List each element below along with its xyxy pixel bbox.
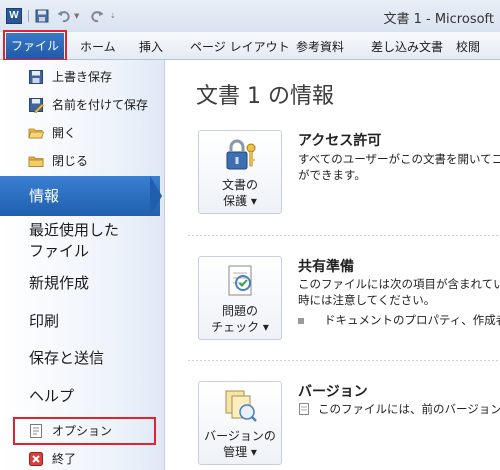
prepare-sharing-text-line-1: このファイルには次の項目が含まれていま (298, 277, 500, 291)
sidebar-item-help[interactable]: ヘルプ (29, 386, 74, 407)
prepare-sharing-text-line-2: 時には注意してください。 (298, 293, 436, 307)
qat-separator (28, 10, 29, 22)
manage-versions-label: バージョンの 管理 ▾ (204, 429, 276, 459)
document-version-icon (299, 403, 309, 415)
section-divider (188, 360, 500, 361)
tab-page-layout[interactable]: ページ レイアウト (190, 38, 290, 55)
customize-qat-icon[interactable]: ⇣ (110, 12, 116, 20)
window-title: 文書 1 - Microsoft (383, 12, 494, 27)
sidebar-item-print[interactable]: 印刷 (29, 311, 59, 332)
open-folder-icon (28, 125, 44, 141)
save-command[interactable]: 上書き保存 (28, 68, 112, 86)
sidebar-item-recent[interactable]: 最近使用した ファイル (29, 220, 119, 262)
backstage-sidebar (0, 60, 165, 470)
tab-home[interactable]: ホーム (80, 38, 116, 55)
exit-command[interactable]: 終了 (28, 450, 76, 468)
protect-document-button[interactable]: 文書の 保護 ▾ (198, 130, 282, 214)
close-folder-icon (28, 153, 44, 169)
sidebar-item-save-send[interactable]: 保存と送信 (29, 348, 104, 369)
redo-icon[interactable] (88, 7, 106, 25)
versions-text-line-1: このファイルには、前のバージョンは (318, 402, 500, 416)
prepare-sharing-bullet: ドキュメントのプロパティ、作成者の (324, 313, 500, 327)
save-as-command[interactable]: 名前を付けて保存 (28, 96, 148, 114)
sidebar-item-info[interactable] (0, 176, 160, 216)
save-icon[interactable] (33, 7, 51, 25)
undo-icon[interactable] (55, 7, 73, 25)
tab-insert[interactable]: 挿入 (139, 38, 163, 55)
save-as-label: 名前を付けて保存 (52, 98, 149, 112)
sidebar-item-new[interactable]: 新規作成 (29, 273, 89, 294)
versions-icon (225, 390, 257, 422)
permissions-text-line-1: すべてのユーザーがこの文書を開いてコピ (298, 152, 500, 166)
exit-label: 終了 (52, 452, 77, 466)
undo-dropdown-icon[interactable]: ▼ (74, 12, 79, 20)
info-pane: 文書 1 の情報 文書の 保護 ▾ アクセス許可 すべてのユーザーがこの文書を開… (166, 60, 500, 470)
permissions-text-line-2: ができます。 (298, 168, 366, 182)
page-title: 文書 1 の情報 (196, 84, 334, 109)
sidebar-item-info-label: 情報 (29, 187, 60, 205)
close-label: 閉じる (52, 154, 89, 168)
save-as-icon (28, 97, 44, 113)
save-label: 上書き保存 (52, 70, 113, 84)
check-for-issues-label: 問題の チェック ▾ (211, 304, 269, 334)
bullet-marker (298, 318, 304, 324)
checklist-icon (228, 265, 252, 296)
file-tab-highlight (3, 30, 67, 61)
open-label: 開く (52, 126, 77, 140)
word-app-icon[interactable]: W (6, 8, 22, 24)
open-command[interactable]: 開く (28, 124, 76, 142)
manage-versions-button[interactable]: バージョンの 管理 ▾ (198, 381, 282, 465)
exit-icon (28, 451, 44, 467)
active-item-arrow (150, 176, 162, 216)
check-for-issues-button[interactable]: 問題の チェック ▾ (198, 256, 282, 340)
protect-document-label: 文書の 保護 ▾ (221, 178, 258, 208)
close-command[interactable]: 閉じる (28, 152, 88, 170)
tab-mailings[interactable]: 差し込み文書 (371, 38, 443, 55)
save-icon (28, 69, 44, 85)
options-highlight (13, 417, 156, 445)
versions-title: バージョン (298, 384, 368, 400)
section-divider (188, 235, 500, 236)
permissions-title: アクセス許可 (298, 133, 382, 149)
tab-review[interactable]: 校閲 (456, 38, 480, 55)
tab-references[interactable]: 参考資料 (296, 38, 344, 55)
prepare-sharing-title: 共有準備 (298, 259, 354, 275)
lock-key-icon (226, 139, 256, 170)
